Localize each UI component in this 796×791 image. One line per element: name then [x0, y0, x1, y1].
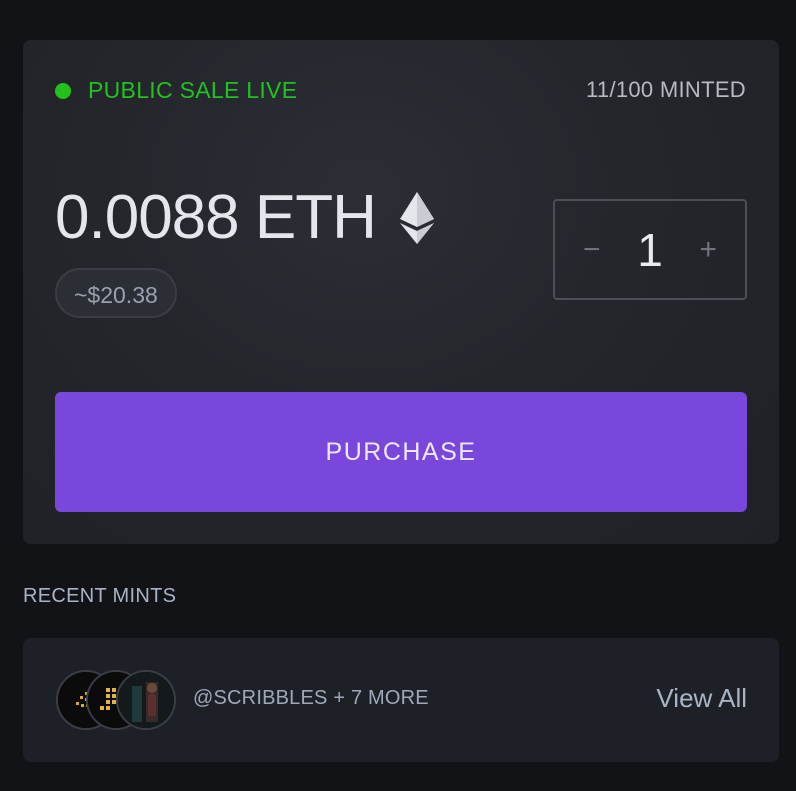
increase-quantity-button[interactable]: +: [699, 234, 717, 265]
purchase-button[interactable]: PURCHASE: [55, 392, 747, 512]
view-all-link[interactable]: View All: [656, 683, 747, 714]
recent-minters-summary: @SCRIBBLES + 7 MORE: [193, 687, 429, 709]
sale-status: PUBLIC SALE LIVE: [55, 77, 297, 104]
price-label: 0.0088 ETH: [55, 183, 377, 252]
decrease-quantity-button[interactable]: −: [583, 234, 601, 265]
usd-price-badge: ~$20.38: [55, 268, 177, 318]
sale-status-label: PUBLIC SALE LIVE: [88, 77, 298, 103]
mint-card: PUBLIC SALE LIVE 11/100 MINTED 0.0088 ET…: [23, 40, 779, 544]
avatar: [116, 670, 176, 730]
quantity-stepper[interactable]: − 1 +: [553, 199, 747, 300]
recent-mints-card: @SCRIBBLES + 7 MORE View All: [23, 638, 779, 762]
live-status-dot: [55, 82, 71, 99]
ethereum-icon: [399, 191, 434, 244]
quantity-value: 1: [637, 223, 663, 276]
minter-avatars: [56, 670, 178, 730]
price-row: 0.0088 ETH: [55, 182, 434, 253]
recent-mints-heading: RECENT MINTS: [23, 585, 177, 607]
minted-count: 11/100 MINTED: [586, 77, 746, 102]
